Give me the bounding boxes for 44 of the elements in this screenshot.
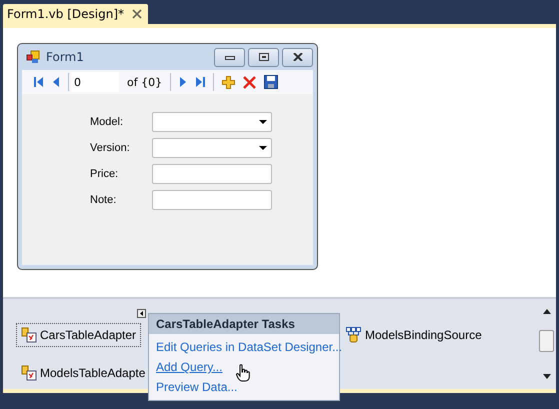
last-icon[interactable] (195, 76, 206, 88)
table-adapter-icon (21, 327, 37, 343)
hand-cursor-icon (236, 364, 250, 382)
restore-button[interactable] (248, 48, 279, 66)
scroll-up-icon[interactable] (542, 309, 550, 314)
scroll-down-icon[interactable] (542, 374, 550, 379)
smart-tag-icon[interactable] (137, 309, 146, 318)
dropdown-field[interactable] (152, 138, 272, 158)
close-icon (292, 53, 304, 61)
dropdown-arrow-icon (259, 120, 267, 124)
tray-component[interactable]: ModelsBindingSource (341, 323, 487, 347)
task-link[interactable]: Edit Queries in DataSet Designer... (156, 340, 342, 354)
next-icon[interactable] (179, 76, 188, 88)
field-label: Version: (90, 142, 131, 154)
form-icon (26, 50, 40, 64)
record-count: of {0} (127, 76, 162, 88)
field-label: Price: (90, 168, 120, 180)
tray-component[interactable]: CarsTableAdapter (16, 323, 142, 347)
field-label: Note: (90, 194, 118, 206)
close-button[interactable] (282, 48, 313, 66)
dropdown-arrow-icon (259, 146, 267, 150)
plus-icon[interactable] (222, 76, 236, 88)
task-link[interactable]: Preview Data... (156, 380, 238, 394)
previous-icon[interactable] (52, 76, 60, 88)
text-field[interactable] (152, 190, 272, 210)
save-icon[interactable] (264, 75, 278, 89)
restore-icon (258, 53, 268, 61)
close-icon[interactable] (132, 9, 142, 19)
minimize-button[interactable] (214, 48, 245, 66)
position-field[interactable]: 0 (71, 72, 119, 92)
dropdown-field[interactable] (152, 112, 272, 132)
field-label: Model: (90, 116, 124, 128)
minimize-icon (224, 54, 234, 60)
window-title: Form1 (46, 50, 85, 64)
panel-title: CarsTableAdapter Tasks (149, 314, 339, 334)
tray-component[interactable]: ModelsTableAdapte (16, 361, 150, 385)
scroll-thumb[interactable] (539, 330, 554, 352)
task-link[interactable]: Add Query... (156, 360, 222, 374)
delete-icon[interactable] (243, 76, 256, 88)
binding-source-icon (346, 327, 362, 343)
first-icon[interactable] (34, 76, 44, 88)
document-tab[interactable]: Form1.vb [Design]* (3, 4, 148, 24)
table-adapter-icon (21, 365, 37, 381)
text-field[interactable] (152, 164, 272, 184)
